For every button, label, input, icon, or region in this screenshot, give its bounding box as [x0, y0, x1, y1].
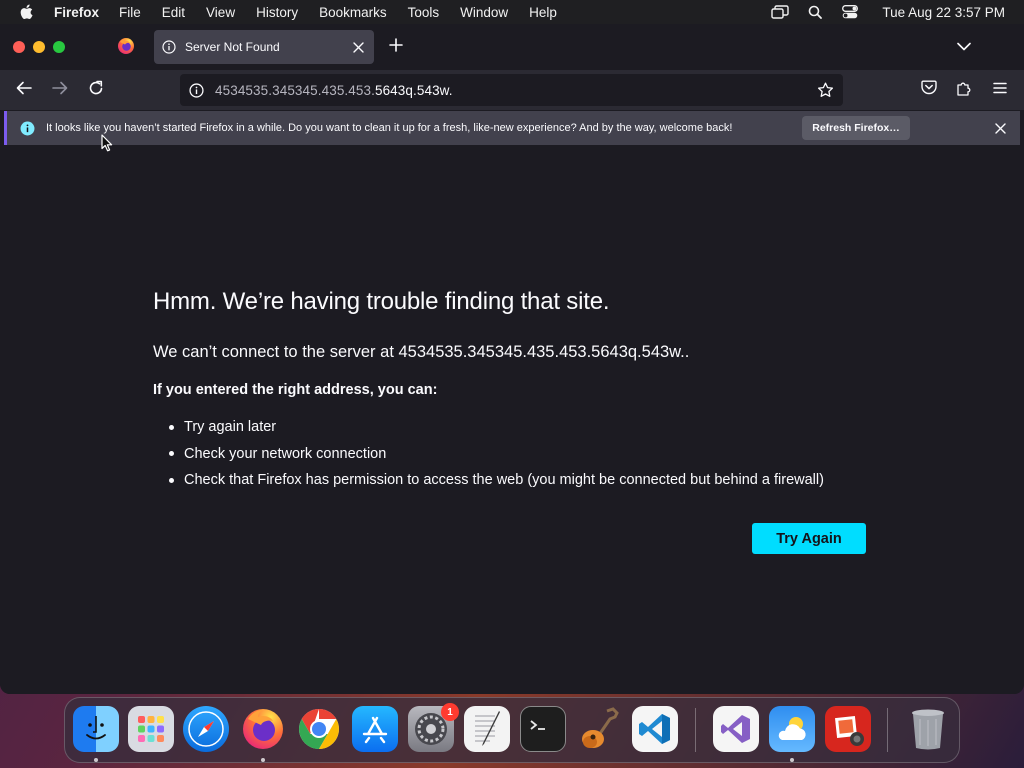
- notification-message: It looks like you haven’t started Firefo…: [46, 122, 733, 134]
- vscode-icon[interactable]: [632, 706, 678, 752]
- url-bright-part: 5643q.543w.: [374, 82, 453, 98]
- menu-tools[interactable]: Tools: [408, 5, 440, 20]
- screen-mirroring-icon[interactable]: [771, 4, 790, 20]
- photo-booth-icon[interactable]: [825, 706, 871, 752]
- finder-icon[interactable]: [73, 706, 119, 752]
- firefox-icon[interactable]: [240, 706, 286, 752]
- open-application-menu-button[interactable]: [988, 78, 1012, 102]
- close-tab-icon[interactable]: [347, 36, 369, 58]
- launchpad-icon[interactable]: [128, 706, 174, 752]
- safari-icon[interactable]: [183, 706, 229, 752]
- save-to-pocket-button[interactable]: [917, 78, 941, 102]
- pinned-firefox-tab[interactable]: [107, 32, 145, 64]
- tab-title: Server Not Found: [185, 40, 280, 54]
- notification-badge: 1: [441, 703, 459, 721]
- menu-file[interactable]: File: [119, 5, 141, 20]
- menu-bookmarks[interactable]: Bookmarks: [319, 5, 387, 20]
- info-filled-icon: [20, 120, 36, 136]
- menu-view[interactable]: View: [206, 5, 235, 20]
- garageband-icon[interactable]: [576, 706, 622, 752]
- chevron-down-icon: [957, 38, 971, 56]
- spotlight-search-icon[interactable]: [806, 4, 824, 20]
- hamburger-menu-icon: [993, 81, 1007, 99]
- plus-icon: [389, 37, 403, 57]
- try-again-button[interactable]: Try Again: [752, 523, 866, 554]
- window-close-button[interactable]: [13, 41, 25, 53]
- suggestion-list: Try again later Check your network conne…: [169, 414, 824, 494]
- tab-bar: Server Not Found: [0, 24, 1024, 70]
- macos-menu-bar: Firefox File Edit View History Bookmarks…: [0, 0, 1024, 24]
- puzzle-piece-icon: [956, 80, 972, 101]
- extensions-button[interactable]: [952, 78, 976, 102]
- arrow-left-icon: [16, 81, 32, 100]
- arrow-right-icon: [52, 81, 68, 100]
- close-notification-icon[interactable]: [992, 120, 1008, 136]
- menu-history[interactable]: History: [256, 5, 298, 20]
- suggestion-item: Check your network connection: [169, 441, 824, 468]
- control-center-icon[interactable]: [841, 4, 859, 20]
- navigation-toolbar: 4534535.345345.435.453.5643q.543w.: [0, 70, 1024, 110]
- apple-menu-icon[interactable]: [19, 4, 33, 20]
- refresh-firefox-button[interactable]: Refresh Firefox…: [802, 116, 910, 140]
- running-indicator: [261, 758, 265, 762]
- firefox-logo-icon: [117, 37, 135, 60]
- suggestion-item: Try again later: [169, 414, 824, 441]
- error-description: We can’t connect to the server at 453453…: [153, 343, 690, 361]
- tab-server-not-found[interactable]: Server Not Found: [154, 30, 374, 64]
- terminal-icon[interactable]: [520, 706, 566, 752]
- dock-separator: [887, 708, 888, 752]
- textedit-icon[interactable]: [464, 706, 510, 752]
- running-indicator: [790, 758, 794, 762]
- error-page: Hmm. We’re having trouble finding that s…: [0, 150, 1024, 694]
- bookmark-star-icon[interactable]: [814, 79, 836, 101]
- error-hint: If you entered the right address, you ca…: [153, 382, 438, 398]
- refresh-notification-bar: It looks like you haven’t started Firefo…: [4, 111, 1020, 145]
- list-all-tabs-button[interactable]: [953, 36, 975, 58]
- menu-edit[interactable]: Edit: [162, 5, 185, 20]
- trash-icon[interactable]: [905, 706, 951, 752]
- firefox-window: Server Not Found 4534535.345345.435.453.…: [0, 24, 1024, 694]
- address-bar[interactable]: 4534535.345345.435.453.5643q.543w.: [180, 74, 843, 106]
- url-dim-part: 4534535.345345.435.453.: [215, 82, 375, 98]
- window-minimize-button[interactable]: [33, 41, 45, 53]
- menu-help[interactable]: Help: [529, 5, 557, 20]
- site-info-icon[interactable]: [189, 82, 205, 98]
- menu-bar-clock[interactable]: Tue Aug 22 3:57 PM: [882, 5, 1005, 20]
- dock-separator: [695, 708, 696, 752]
- window-zoom-button[interactable]: [53, 41, 65, 53]
- reload-icon: [88, 80, 104, 101]
- macos-dock: 1: [64, 697, 960, 763]
- mouse-pointer-icon: [101, 134, 113, 152]
- pocket-icon: [921, 80, 937, 100]
- url-text[interactable]: 4534535.345345.435.453.5643q.543w.: [215, 83, 453, 98]
- app-store-icon[interactable]: [352, 706, 398, 752]
- new-tab-button[interactable]: [385, 36, 407, 58]
- forward-button[interactable]: [48, 78, 72, 102]
- weather-icon[interactable]: [769, 706, 815, 752]
- error-title: Hmm. We’re having trouble finding that s…: [153, 288, 610, 315]
- chrome-icon[interactable]: [296, 706, 342, 752]
- info-circle-icon: [162, 39, 178, 55]
- menu-window[interactable]: Window: [460, 5, 508, 20]
- menu-firefox[interactable]: Firefox: [54, 5, 99, 20]
- visual-studio-icon[interactable]: [713, 706, 759, 752]
- reload-button[interactable]: [84, 78, 108, 102]
- suggestion-item: Check that Firefox has permission to acc…: [169, 467, 824, 494]
- back-button[interactable]: [12, 78, 36, 102]
- running-indicator: [94, 758, 98, 762]
